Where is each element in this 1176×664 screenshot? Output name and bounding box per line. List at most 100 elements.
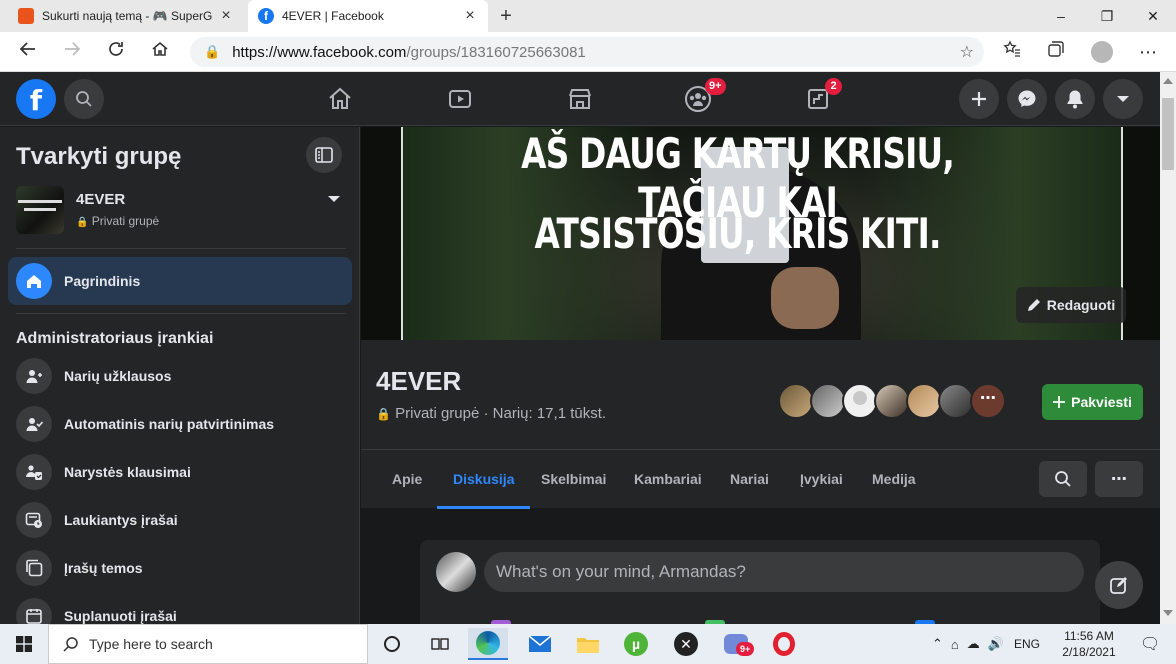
nav-home-button[interactable] bbox=[323, 82, 357, 116]
tab-announcements[interactable]: Skelbimai bbox=[541, 450, 606, 509]
group-switcher[interactable]: 4EVER 🔒 Privati grupė bbox=[16, 186, 346, 236]
member-avatar[interactable] bbox=[778, 383, 814, 419]
tab-title: Sukurti naują temą - 🎮 SuperG bbox=[42, 9, 213, 23]
edge-taskbar-button[interactable] bbox=[468, 628, 508, 660]
group-more-button[interactable]: ⋯ bbox=[1095, 461, 1143, 497]
divider bbox=[16, 313, 346, 314]
close-tab-icon[interactable]: × bbox=[218, 7, 234, 25]
opera-taskbar-button[interactable] bbox=[764, 628, 804, 660]
sidebar-item-auto-approval[interactable]: Automatinis narių patvirtinimas bbox=[8, 400, 352, 448]
notification-center-icon[interactable]: 🗨 bbox=[1140, 634, 1160, 654]
show-hidden-icons-icon[interactable]: ⌃ bbox=[932, 636, 943, 652]
tab-title: 4EVER | Facebook bbox=[282, 9, 384, 23]
settings-more-button[interactable]: ⋯ bbox=[1134, 38, 1162, 66]
whats-on-your-mind-input[interactable]: What's on your mind, Armandas? bbox=[484, 552, 1084, 592]
file-explorer-taskbar-button[interactable] bbox=[568, 628, 608, 660]
opera-icon bbox=[773, 632, 795, 656]
facebook-search-button[interactable] bbox=[64, 79, 104, 119]
usb-device-icon[interactable]: ⌂ bbox=[951, 637, 959, 652]
pencil-icon bbox=[1027, 299, 1040, 311]
forward-button[interactable] bbox=[58, 38, 86, 66]
collections-button[interactable] bbox=[1042, 38, 1070, 66]
clock[interactable]: 11:56 AM 2/18/2021 bbox=[1054, 628, 1124, 660]
browser-tab-facebook[interactable]: f 4EVER | Facebook × bbox=[248, 0, 488, 32]
scroll-up-arrow-icon[interactable] bbox=[1163, 78, 1173, 84]
tab-media[interactable]: Medija bbox=[872, 450, 916, 509]
pending-posts-icon bbox=[16, 502, 52, 538]
favorites-button[interactable] bbox=[998, 38, 1026, 66]
refresh-button[interactable] bbox=[102, 38, 130, 66]
mail-taskbar-button[interactable] bbox=[520, 628, 560, 660]
sidebar-item-membership-questions[interactable]: Narystės klausimai bbox=[8, 448, 352, 496]
member-avatar[interactable] bbox=[810, 383, 846, 419]
account-menu-button[interactable] bbox=[1103, 79, 1143, 119]
tab-rooms[interactable]: Kambariai bbox=[634, 450, 702, 509]
start-button[interactable] bbox=[0, 624, 48, 664]
scroll-down-arrow-icon[interactable] bbox=[1163, 610, 1173, 616]
window-close-button[interactable]: ✕ bbox=[1130, 0, 1176, 32]
group-search-button[interactable] bbox=[1039, 461, 1087, 497]
group-title: 4EVER bbox=[376, 366, 462, 396]
home-button[interactable] bbox=[146, 38, 174, 66]
collections-icon bbox=[1048, 41, 1064, 57]
sidebar-item-pending-posts[interactable]: Laukiantys įrašai bbox=[8, 496, 352, 544]
browser-tab-superg[interactable]: Sukurti naują temą - 🎮 SuperG × bbox=[8, 0, 244, 32]
back-button[interactable] bbox=[14, 38, 42, 66]
sidebar-item-home[interactable]: Pagrindinis bbox=[8, 257, 352, 305]
search-icon bbox=[1055, 471, 1071, 487]
refresh-icon bbox=[109, 42, 123, 56]
lock-icon: 🔒 bbox=[376, 407, 391, 421]
collapse-sidebar-button[interactable] bbox=[306, 137, 342, 173]
utorrent-taskbar-button[interactable]: µ bbox=[616, 628, 656, 660]
notifications-button[interactable] bbox=[1055, 79, 1095, 119]
close-tab-icon[interactable]: × bbox=[462, 7, 478, 25]
nav-gaming-button[interactable]: 2 bbox=[801, 78, 842, 116]
nav-marketplace-button[interactable] bbox=[563, 82, 597, 116]
task-view-icon bbox=[431, 638, 449, 650]
maximize-button[interactable]: ❐ bbox=[1084, 0, 1130, 32]
add-favorite-icon[interactable]: ☆ bbox=[960, 42, 974, 62]
user-avatar[interactable] bbox=[436, 552, 476, 592]
language-indicator[interactable]: ENG bbox=[1014, 637, 1040, 651]
onedrive-cloud-icon[interactable]: ☁ bbox=[967, 636, 980, 652]
sidebar-item-post-topics[interactable]: Įrašų temos bbox=[8, 544, 352, 592]
taskbar-search-box[interactable]: Type here to search bbox=[48, 624, 368, 664]
volume-icon[interactable]: 🔊 bbox=[988, 636, 1004, 652]
create-button[interactable] bbox=[959, 79, 999, 119]
tab-members[interactable]: Nariai bbox=[730, 450, 769, 509]
new-tab-button[interactable]: + bbox=[494, 4, 518, 28]
invite-label: Pakviesti bbox=[1071, 394, 1132, 410]
facebook-logo-icon[interactable]: f bbox=[16, 79, 56, 119]
tab-events[interactable]: Įvykiai bbox=[800, 450, 843, 509]
new-message-button[interactable] bbox=[1095, 561, 1143, 609]
bell-icon bbox=[1067, 90, 1083, 109]
minimize-button[interactable]: – bbox=[1038, 0, 1084, 32]
group-privacy-label: Privati grupė bbox=[91, 214, 160, 228]
chevron-down-icon[interactable] bbox=[327, 194, 341, 204]
sidebar-item-scheduled-posts[interactable]: Suplanuoti įrašai bbox=[8, 592, 352, 624]
more-members-button[interactable]: ⋯ bbox=[970, 383, 1006, 419]
profile-button[interactable] bbox=[1088, 38, 1116, 66]
edit-cover-button[interactable]: Redaguoti bbox=[1016, 287, 1126, 323]
tab-discussion[interactable]: Diskusija bbox=[436, 450, 532, 509]
nav-groups-button[interactable]: 9+ bbox=[681, 78, 726, 116]
thumb-text-line bbox=[18, 200, 62, 203]
nav-watch-button[interactable] bbox=[443, 82, 477, 116]
url-field[interactable]: 🔒 https://www.facebook.com/groups/183160… bbox=[190, 37, 984, 67]
invite-button[interactable]: Pakviesti bbox=[1042, 384, 1143, 420]
discord-taskbar-button[interactable]: 9+ bbox=[716, 628, 756, 660]
taskbar-search-placeholder: Type here to search bbox=[89, 636, 213, 652]
plus-icon bbox=[972, 92, 986, 106]
member-avatar[interactable] bbox=[938, 383, 974, 419]
member-avatar[interactable] bbox=[906, 383, 942, 419]
xbox-taskbar-button[interactable]: ✕ bbox=[666, 628, 706, 660]
scrollbar-thumb[interactable] bbox=[1162, 98, 1174, 170]
tab-about[interactable]: Apie bbox=[392, 450, 422, 509]
messenger-button[interactable] bbox=[1007, 79, 1047, 119]
cortana-button[interactable] bbox=[372, 628, 412, 660]
watch-video-icon bbox=[449, 90, 471, 108]
sidebar-item-member-requests[interactable]: Narių užklausos bbox=[8, 352, 352, 400]
task-view-button[interactable] bbox=[420, 628, 460, 660]
member-avatar[interactable] bbox=[874, 383, 910, 419]
member-avatar[interactable] bbox=[842, 383, 878, 419]
